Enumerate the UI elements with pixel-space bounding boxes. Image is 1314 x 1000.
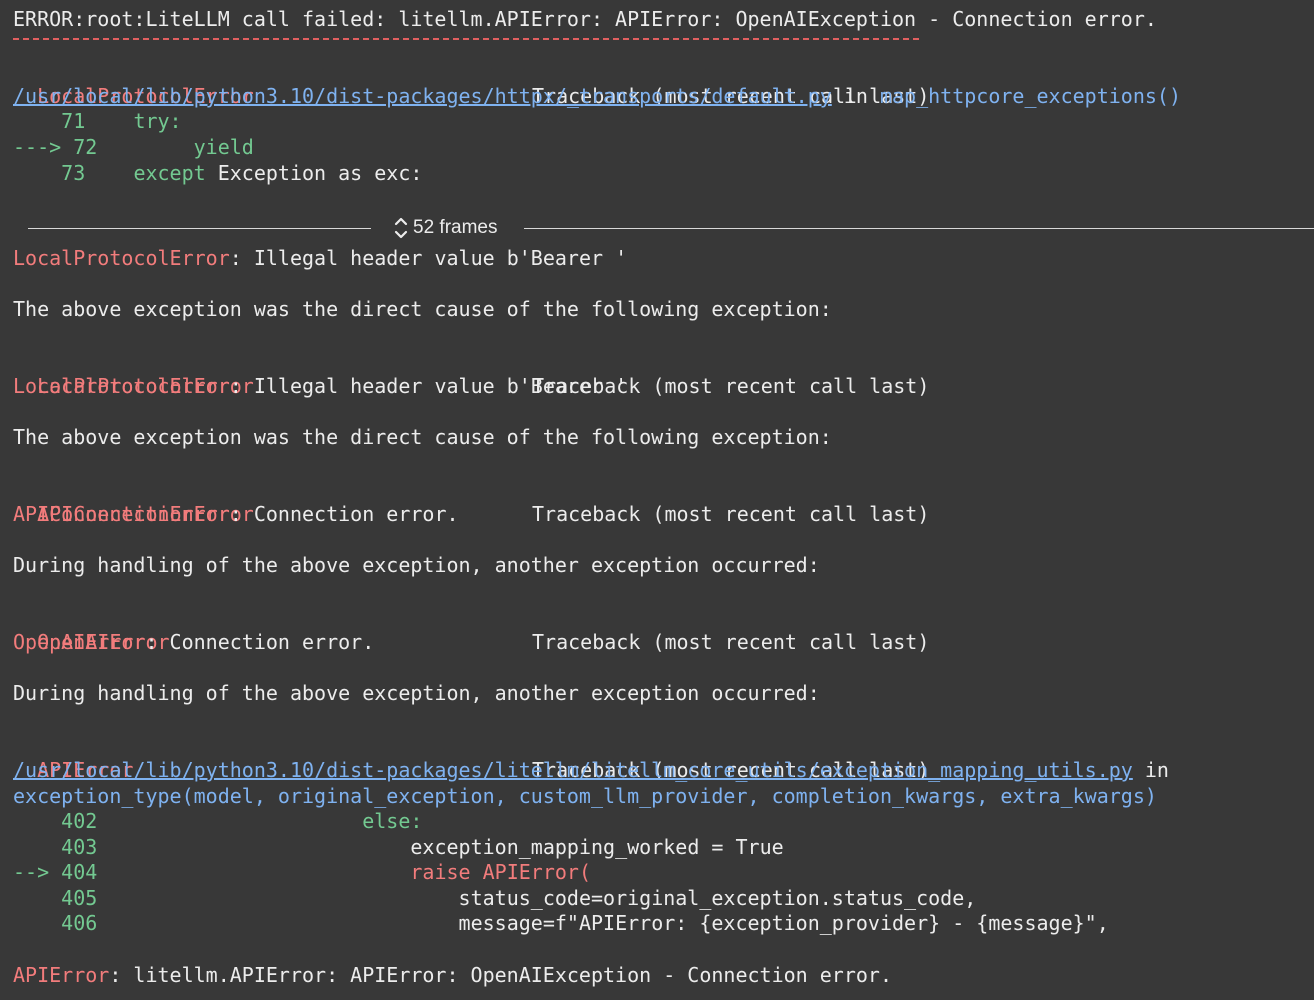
cause-text: The above exception was the direct cause… [13,425,832,449]
code-line: 405 status_code=original_exception.statu… [13,885,976,911]
code-text: try: [133,109,182,133]
frames-rule-left [28,228,371,229]
traceback-header: OpenAIError Traceback (most recent call l… [13,603,929,654]
current-line-arrow: --> [13,860,62,884]
traceback-file-line: /usr/local/lib/python3.10/dist-packages/… [13,83,1181,109]
code-keyword: except [133,161,206,185]
file-path-link[interactable]: /usr/local/lib/python3.10/dist-packages/… [13,758,1133,782]
file-path-link[interactable]: /usr/local/lib/python3.10/dist-packages/… [13,84,832,108]
cause-text: The above exception was the direct cause… [13,297,832,321]
during-handling-text: During handling of the above exception, … [13,553,820,577]
traceback-header: APIError Traceback (most recent call last… [13,731,929,782]
in-word: in [831,84,868,108]
exception-message-line: LocalProtocolError: Illegal header value… [13,373,627,399]
during-handling-text: During handling of the above exception, … [13,681,820,705]
in-word: in [1132,758,1169,782]
frames-toggle-button[interactable]: 52 frames [393,214,497,242]
function-name: map_httpcore_exceptions() [879,84,1181,108]
line-number: 404 [61,860,98,884]
code-line: 71 try: [13,108,182,134]
exception-message-line: LocalProtocolError: Illegal header value… [13,245,627,271]
error-message: : litellm.APIError: APIError: OpenAIExce… [109,963,892,987]
code-line: 402 else: [13,808,422,834]
traceback-file-line: /usr/local/lib/python3.10/dist-packages/… [13,757,1169,783]
traceback-header: LocalProtocolError Traceback (most recent… [13,347,929,398]
exception-message-line: OpenAIError: Connection error. [13,629,374,655]
traceback-label: Traceback (most recent call last) [532,502,930,526]
code-line-current: ---> 72 yield [13,134,254,160]
frames-count-label: 52 frames [413,217,498,238]
error-message: : Illegal header value b'Bearer ' [229,374,628,398]
frames-rule-right [524,228,1314,229]
code-line: 73 except Exception as exc: [13,160,422,186]
code-line: 406 message=f"APIError: {exception_provi… [13,910,1109,936]
line-number: 406 [61,911,98,935]
current-line-arrow: ---> [13,135,74,159]
error-name: LocalProtocolError [13,246,230,270]
traceback-divider [13,38,919,40]
line-number: 73 [61,161,86,185]
code-text: status_code=original_exception.status_co… [458,886,977,910]
error-message: : Illegal header value b'Bearer ' [229,246,628,270]
error-message: : Connection error. [145,630,375,654]
code-line-current: --> 404 raise APIError( [13,859,591,885]
log-error-line: ERROR:root:LiteLLM call failed: litellm.… [13,7,1157,31]
line-number: 403 [61,835,98,859]
error-name: LocalProtocolError [13,374,230,398]
traceback-label: Traceback (most recent call last) [532,630,930,654]
error-name: APIConnectionError [13,502,230,526]
line-number: 402 [61,809,98,833]
code-text: yield [193,135,254,159]
line-number: 71 [61,109,86,133]
line-number: 405 [61,886,98,910]
expand-chevrons-icon [394,217,408,239]
error-name: OpenAIError [13,630,146,654]
code-text: Exception as exc: [205,161,423,185]
code-text: message=f"APIError: {exception_provider}… [458,911,1109,935]
code-text: else: [362,809,423,833]
error-name: APIError [13,963,110,987]
code-line: 403 exception_mapping_worked = True [13,834,784,860]
traceback-header: APIConnectionError Traceback (most recent… [13,475,929,526]
error-message: : Connection error. [229,502,459,526]
code-text: raise APIError( [410,860,591,884]
function-signature: exception_type(model, original_exception… [13,784,1157,808]
collapsed-frames-bar: 52 frames [28,214,1314,242]
code-text: exception_mapping_worked = True [410,835,784,859]
traceback-header: LocalProtocolError Traceback (most recent… [13,57,929,108]
exception-message-line: APIError: litellm.APIError: APIError: Op… [13,962,892,988]
exception-message-line: APIConnectionError: Connection error. [13,501,459,527]
line-number: 72 [73,135,98,159]
